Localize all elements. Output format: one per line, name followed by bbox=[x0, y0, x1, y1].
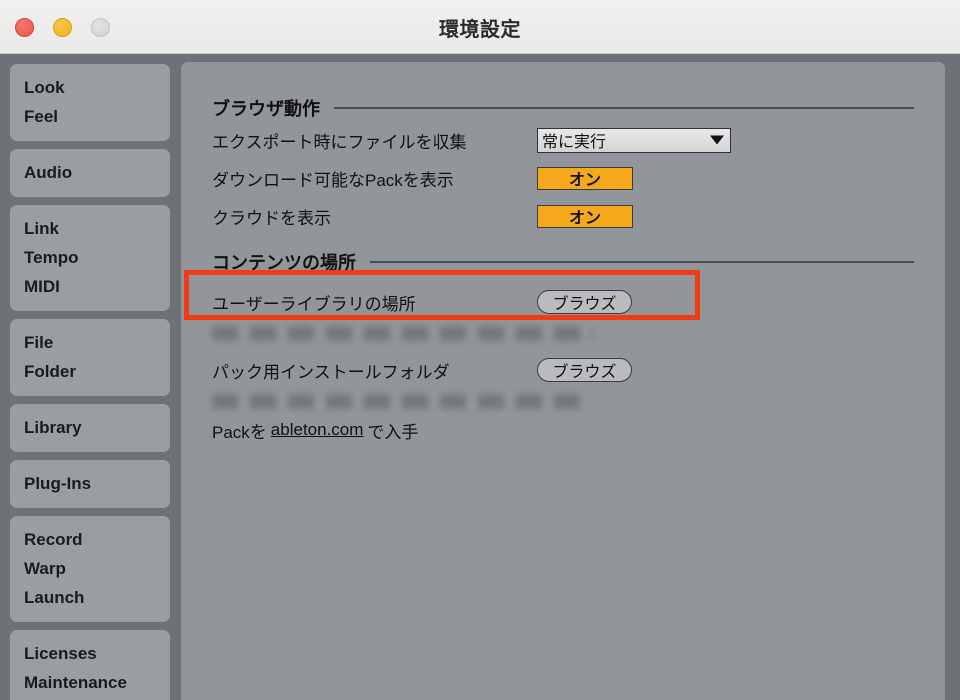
panel-right-gutter bbox=[945, 62, 960, 700]
preferences-sidebar: Look Feel Audio Link Tempo MIDI File Fol… bbox=[0, 54, 180, 700]
collect-files-on-export-dropdown[interactable]: 常に実行 bbox=[537, 127, 731, 153]
sidebar-group-record-warp-launch: Record Warp Launch bbox=[10, 516, 170, 622]
row-label: エクスポート時にファイルを収集 bbox=[212, 132, 467, 152]
row-label: パック用インストールフォルダ bbox=[212, 362, 450, 382]
window-body: Look Feel Audio Link Tempo MIDI File Fol… bbox=[0, 54, 960, 700]
sidebar-group-plug-ins: Plug-Ins bbox=[10, 460, 170, 508]
sidebar-item-audio[interactable]: Audio bbox=[10, 158, 170, 187]
sidebar-item-folder[interactable]: Folder bbox=[10, 357, 170, 386]
sidebar-item-tempo[interactable]: Tempo bbox=[10, 243, 170, 272]
user-library-path-redacted bbox=[212, 321, 945, 345]
user-library-browse-button[interactable]: ブラウズ bbox=[537, 290, 632, 314]
row-user-library-location: ユーザーライブラリの場所 ブラウズ bbox=[212, 283, 945, 321]
sidebar-item-record[interactable]: Record bbox=[10, 525, 170, 554]
title-bar: 環境設定 bbox=[0, 0, 960, 54]
row-label: クラウドを表示 bbox=[212, 208, 331, 228]
section-header-browser-behavior: ブラウザ動作 bbox=[212, 62, 945, 121]
section-header-content-location: コンテンツの場所 bbox=[212, 235, 945, 275]
redacted-path bbox=[212, 325, 594, 341]
row-label: ユーザーライブラリの場所 bbox=[212, 294, 416, 314]
row-show-downloadable-packs: ダウンロード可能なPackを表示 オン bbox=[212, 159, 945, 197]
sidebar-item-maintenance[interactable]: Maintenance bbox=[10, 668, 170, 697]
sidebar-item-look[interactable]: Look bbox=[10, 73, 170, 102]
sidebar-item-link[interactable]: Link bbox=[10, 214, 170, 243]
pack-install-path-redacted bbox=[212, 389, 945, 413]
sidebar-item-warp[interactable]: Warp bbox=[10, 554, 170, 583]
sidebar-item-launch[interactable]: Launch bbox=[10, 583, 170, 612]
get-packs-prefix: Packを bbox=[212, 422, 267, 442]
sidebar-group-library: Library bbox=[10, 404, 170, 452]
row-collect-files-on-export: エクスポート時にファイルを収集 常に実行 bbox=[212, 121, 945, 159]
section-rule bbox=[370, 261, 914, 263]
pack-install-browse-button[interactable]: ブラウズ bbox=[537, 358, 632, 382]
redacted-path bbox=[212, 393, 580, 409]
section-title: ブラウザ動作 bbox=[212, 99, 320, 119]
sidebar-item-plug-ins[interactable]: Plug-Ins bbox=[10, 469, 170, 498]
sidebar-group-look-feel: Look Feel bbox=[10, 64, 170, 141]
row-pack-install-folder: パック用インストールフォルダ ブラウズ bbox=[212, 351, 945, 389]
get-packs-suffix: で入手 bbox=[367, 422, 419, 442]
preferences-window: 環境設定 Look Feel Audio Link Tempo MIDI Fil… bbox=[0, 0, 960, 700]
sidebar-group-file-folder: File Folder bbox=[10, 319, 170, 396]
row-show-cloud: クラウドを表示 オン bbox=[212, 197, 945, 235]
get-packs-row: Packを ableton.com で入手 bbox=[212, 413, 945, 447]
ableton-com-link[interactable]: ableton.com bbox=[271, 420, 364, 440]
section-title: コンテンツの場所 bbox=[212, 253, 356, 273]
window-title: 環境設定 bbox=[439, 18, 521, 41]
sidebar-group-licenses-maintenance: Licenses Maintenance bbox=[10, 630, 170, 700]
sidebar-item-feel[interactable]: Feel bbox=[10, 102, 170, 131]
sidebar-item-file[interactable]: File bbox=[10, 328, 170, 357]
row-label: ダウンロード可能なPackを表示 bbox=[212, 170, 454, 190]
chevron-down-icon bbox=[710, 135, 724, 145]
section-rule bbox=[334, 107, 914, 109]
preferences-content-panel: ブラウザ動作 エクスポート時にファイルを収集 常に実行 ダウンロード可能なPac… bbox=[181, 62, 945, 700]
sidebar-item-licenses[interactable]: Licenses bbox=[10, 639, 170, 668]
show-downloadable-packs-toggle[interactable]: オン bbox=[537, 166, 633, 190]
sidebar-group-link-tempo-midi: Link Tempo MIDI bbox=[10, 205, 170, 311]
sidebar-group-audio: Audio bbox=[10, 149, 170, 197]
show-cloud-toggle[interactable]: オン bbox=[537, 204, 633, 228]
sidebar-item-library[interactable]: Library bbox=[10, 413, 170, 442]
dropdown-value: 常に実行 bbox=[542, 134, 607, 151]
sidebar-item-midi[interactable]: MIDI bbox=[10, 272, 170, 301]
